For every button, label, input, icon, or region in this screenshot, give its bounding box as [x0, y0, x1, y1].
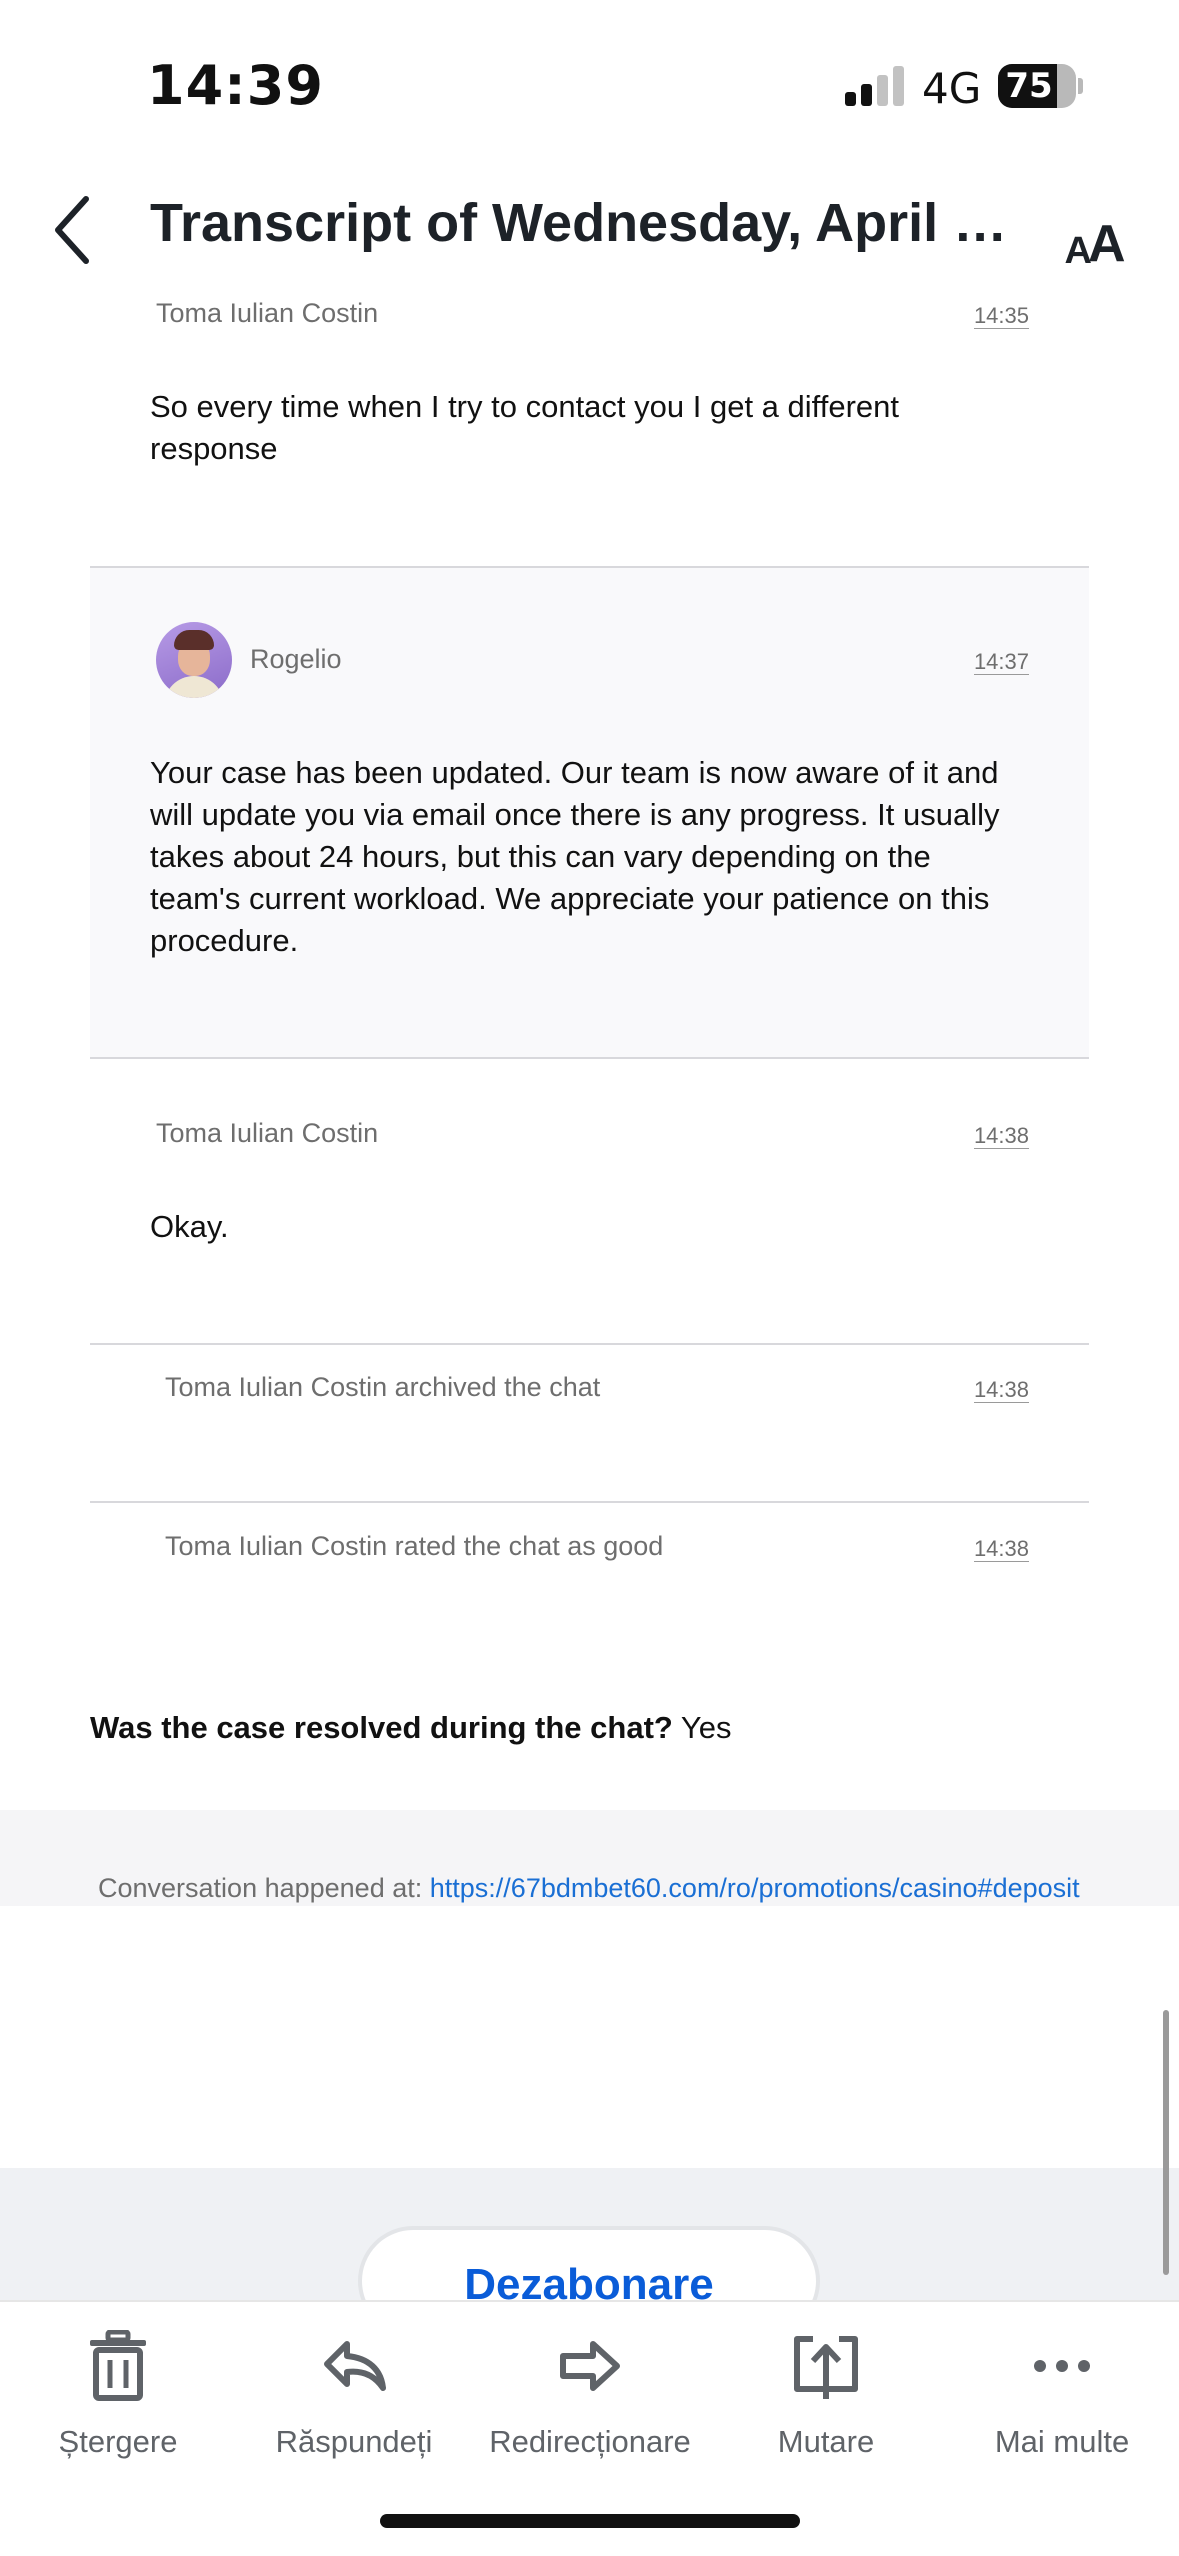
chat-event-time: 14:38 — [973, 1377, 1029, 1403]
trash-icon — [90, 2330, 146, 2401]
battery-icon: 75 — [998, 64, 1076, 108]
chat-event-time: 14:38 — [973, 1536, 1029, 1562]
toolbar-label: Redirecționare — [489, 2424, 691, 2459]
reply-icon — [324, 2341, 386, 2391]
message-header: Toma Iulian Costin 14:38 — [156, 1118, 1029, 1168]
resolution-question: Was the case resolved during the chat? — [90, 1710, 673, 1745]
toolbar-label: Ștergere — [58, 2424, 178, 2459]
agent-message: Rogelio 14:37 Your case has been updated… — [90, 566, 1089, 1059]
source-label: Conversation happened at: — [98, 1873, 423, 1903]
forward-icon — [560, 2341, 620, 2391]
message-header: Toma Iulian Costin 14:35 — [156, 298, 1029, 348]
status-time: 14:39 — [147, 54, 324, 117]
resolution-line: Was the case resolved during the chat? Y… — [90, 1710, 731, 1746]
forward-button[interactable]: Redirecționare — [472, 2326, 708, 2476]
text-size-icon-large: A — [1087, 215, 1126, 273]
chat-event-text: Toma Iulian Costin archived the chat — [165, 1372, 601, 1402]
message-text: So every time when I try to contact you … — [150, 389, 899, 466]
message-time: 14:37 — [973, 649, 1029, 675]
move-icon — [794, 2336, 858, 2399]
divider — [90, 1501, 1089, 1503]
toolbar-label: Mutare — [777, 2424, 875, 2459]
divider — [90, 1343, 1089, 1345]
message-text: Your case has been updated. Our team is … — [150, 755, 1000, 958]
network-label: 4G — [922, 64, 982, 113]
message-sender: Toma Iulian Costin — [156, 1118, 379, 1148]
chat-message: Toma Iulian Costin 14:35 So every time w… — [90, 290, 1089, 520]
chevron-left-icon — [55, 196, 89, 264]
move-button[interactable]: Mutare — [708, 2326, 944, 2476]
back-button[interactable] — [32, 180, 112, 280]
header: Transcript of Wednesday, April 2,... A A — [0, 160, 1179, 290]
toolbar-label: Mai multe — [994, 2424, 1130, 2459]
delete-button[interactable]: Ștergere — [0, 2326, 236, 2476]
message-sender: Rogelio — [250, 644, 342, 674]
message-text: Okay. — [150, 1209, 229, 1244]
resolution-answer: Yes — [680, 1710, 732, 1745]
battery-tip — [1078, 78, 1083, 94]
home-indicator — [380, 2514, 800, 2528]
scrollbar[interactable] — [1163, 2010, 1169, 2275]
chat-message: Toma Iulian Costin 14:38 Okay. — [90, 1110, 1089, 1330]
chat-event-text: Toma Iulian Costin rated the chat as goo… — [165, 1531, 664, 1561]
reply-button[interactable]: Răspundeți — [236, 2326, 472, 2476]
signal-icon — [845, 64, 905, 106]
message-time: 14:35 — [973, 303, 1029, 329]
source-link[interactable]: https://67bdmbet60.com/ro/promotions/cas… — [430, 1873, 1080, 1903]
conversation-source: Conversation happened at: https://67bdmb… — [98, 1873, 1080, 1904]
battery-level: 75 — [1005, 66, 1053, 106]
avatar — [156, 622, 232, 698]
toolbar-label: Răspundeți — [275, 2424, 433, 2459]
message-sender: Toma Iulian Costin — [156, 298, 379, 328]
message-time: 14:38 — [973, 1123, 1029, 1149]
more-button[interactable]: Mai multe — [944, 2326, 1179, 2476]
more-icon — [1034, 2360, 1090, 2372]
text-size-button[interactable]: A A — [1055, 190, 1135, 270]
status-bar: 14:39 4G 75 — [0, 0, 1179, 160]
page-title: Transcript of Wednesday, April 2,... — [150, 193, 1020, 253]
